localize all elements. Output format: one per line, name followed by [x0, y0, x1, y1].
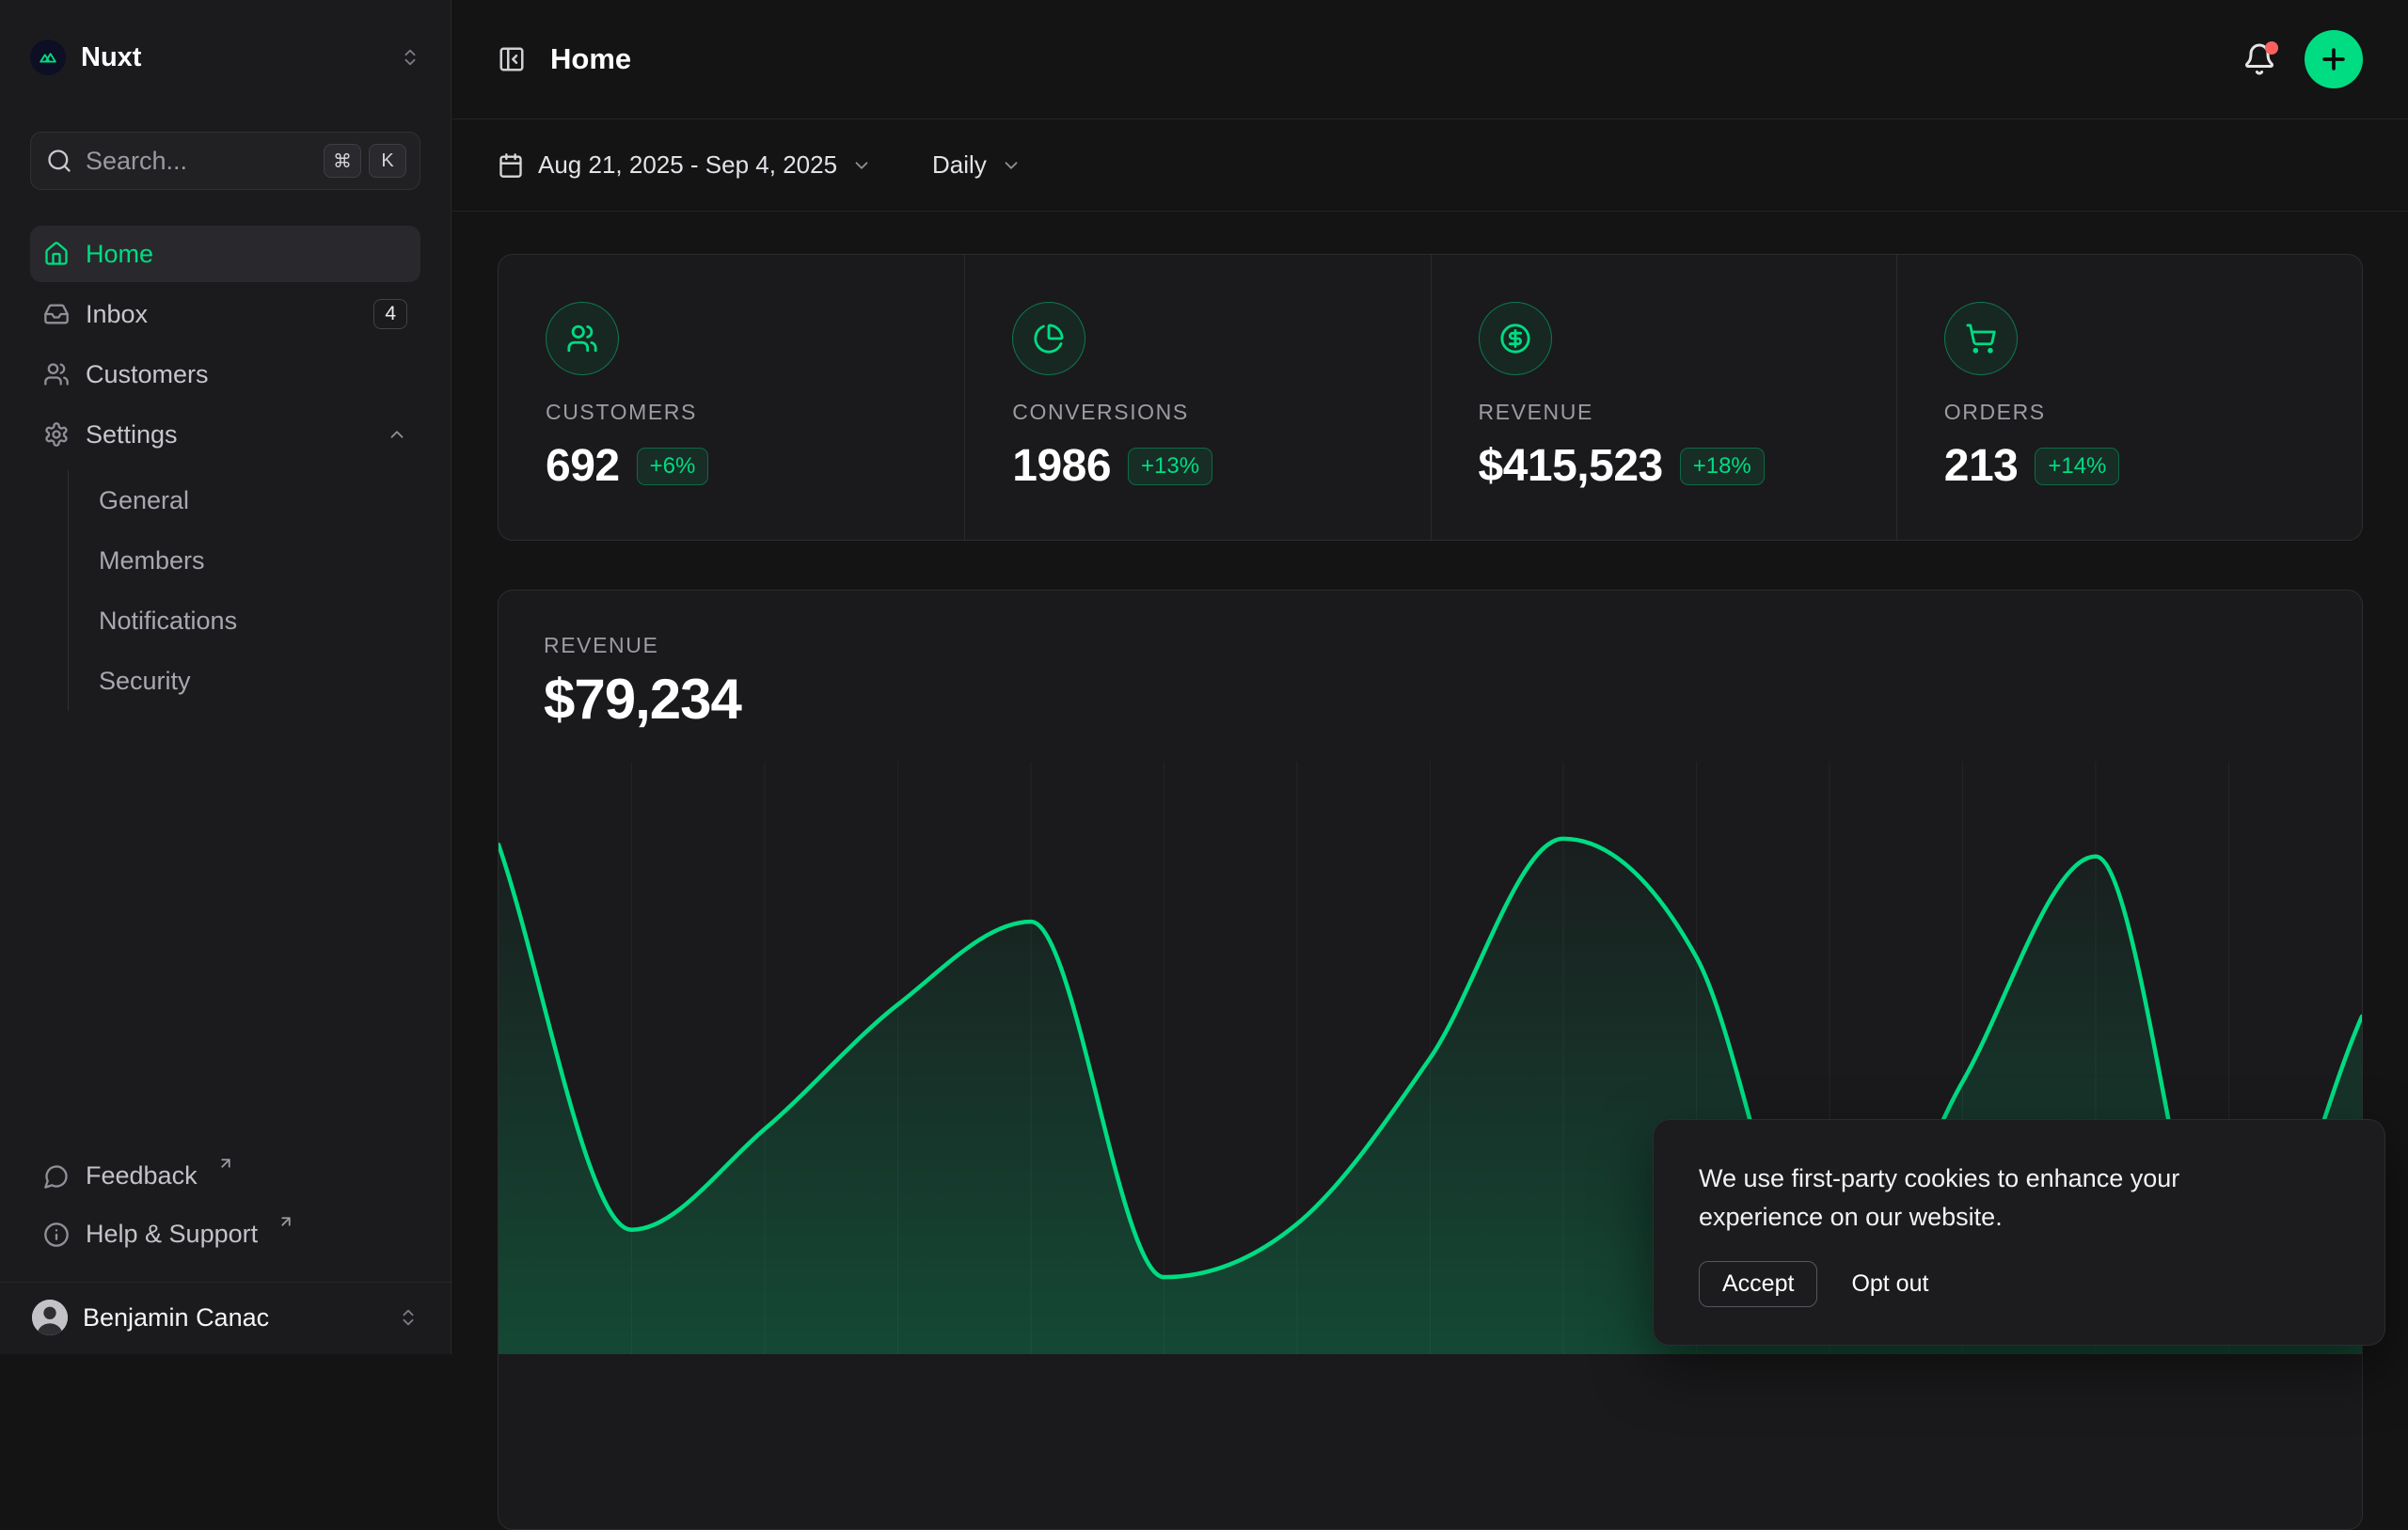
sidebar-item-settings[interactable]: Settings: [30, 406, 420, 463]
stat-value: 213: [1944, 440, 2019, 492]
cookie-banner: We use first-party cookies to enhance yo…: [1653, 1119, 2385, 1346]
sidebar-item-home[interactable]: Home: [30, 226, 420, 282]
granularity-select[interactable]: Daily: [932, 150, 1022, 180]
kbd-cmd: ⌘: [324, 144, 361, 178]
pie-chart-icon: [1012, 302, 1085, 375]
chart-title: REVENUE: [544, 632, 2317, 658]
inbox-icon: [43, 301, 70, 327]
sidebar-item-notifications[interactable]: Notifications: [99, 591, 420, 651]
sidebar: Nuxt ⌘ K Home Inbox 4: [0, 0, 452, 1354]
sidebar-item-general[interactable]: General: [99, 470, 420, 530]
users-icon: [546, 302, 619, 375]
settings-sub-list: General Members Notifications Security: [68, 470, 420, 711]
stat-change-badge: +13%: [1128, 448, 1212, 485]
sidebar-item-security[interactable]: Security: [99, 651, 420, 711]
sidebar-nav: Home Inbox 4 Customers Settings Ge: [30, 226, 420, 717]
date-range-value: Aug 21, 2025 - Sep 4, 2025: [538, 150, 837, 180]
granularity-value: Daily: [932, 150, 987, 180]
sidebar-item-members[interactable]: Members: [99, 530, 420, 591]
sub-item-label: General: [99, 486, 189, 515]
accept-cookies-button[interactable]: Accept: [1699, 1261, 1817, 1307]
sub-item-label: Notifications: [99, 607, 237, 636]
unread-dot: [2265, 41, 2278, 55]
search-input[interactable]: [86, 147, 316, 176]
notifications-button[interactable]: [2242, 42, 2276, 76]
inbox-count-badge: 4: [373, 299, 407, 329]
stat-card-revenue[interactable]: REVENUE $415,523 +18%: [1431, 255, 1896, 540]
revenue-chart-card: REVENUE $79,234: [498, 590, 2363, 1530]
chevrons-up-down-icon: [398, 1307, 419, 1328]
stat-label: REVENUE: [1479, 400, 1849, 425]
info-circle-icon: [43, 1222, 70, 1248]
footer-item-label: Feedback: [86, 1161, 198, 1191]
stat-label: CUSTOMERS: [546, 400, 917, 425]
nuxt-logo-icon: [30, 39, 66, 75]
workspace-switcher[interactable]: Nuxt: [30, 38, 420, 77]
dollar-circle-icon: [1479, 302, 1552, 375]
user-menu[interactable]: Benjamin Canac: [30, 1283, 420, 1335]
stat-change-badge: +6%: [637, 448, 709, 485]
search-icon: [46, 148, 72, 174]
chevrons-up-down-icon: [400, 47, 420, 68]
sidebar-spacer: [30, 717, 420, 1148]
page-header: Home: [452, 0, 2408, 119]
shopping-cart-icon: [1944, 302, 2018, 375]
stat-card-customers[interactable]: CUSTOMERS 692 +6%: [499, 255, 964, 540]
external-link-icon: [217, 1155, 234, 1172]
filter-toolbar: Aug 21, 2025 - Sep 4, 2025 Daily: [452, 119, 2408, 212]
gear-icon: [43, 421, 70, 448]
avatar: [32, 1300, 68, 1335]
stat-label: ORDERS: [1944, 400, 2315, 425]
stat-card-conversions[interactable]: CONVERSIONS 1986 +13%: [964, 255, 1430, 540]
external-link-icon: [277, 1213, 294, 1230]
users-icon: [43, 361, 70, 387]
date-range-picker[interactable]: Aug 21, 2025 - Sep 4, 2025: [498, 150, 872, 180]
sidebar-item-label: Customers: [86, 360, 209, 389]
page-title: Home: [550, 42, 631, 76]
sidebar-item-help-support[interactable]: Help & Support: [30, 1207, 420, 1265]
sidebar-item-feedback[interactable]: Feedback: [30, 1148, 420, 1207]
user-name: Benjamin Canac: [83, 1303, 383, 1333]
sub-item-label: Members: [99, 546, 205, 576]
stat-change-badge: +18%: [1680, 448, 1765, 485]
add-button[interactable]: [2305, 30, 2363, 88]
optout-cookies-button[interactable]: Opt out: [1851, 1270, 1928, 1298]
stat-change-badge: +14%: [2035, 448, 2119, 485]
chevron-down-icon: [1001, 155, 1022, 176]
stat-card-orders[interactable]: ORDERS 213 +14%: [1896, 255, 2362, 540]
sub-item-label: Security: [99, 667, 191, 696]
calendar-icon: [498, 152, 524, 179]
sidebar-item-label: Settings: [86, 420, 178, 450]
footer-item-label: Help & Support: [86, 1220, 258, 1249]
stat-value: $415,523: [1479, 440, 1663, 492]
search-input-wrapper[interactable]: ⌘ K: [30, 132, 420, 190]
sidebar-item-inbox[interactable]: Inbox 4: [30, 286, 420, 342]
collapse-sidebar-icon[interactable]: [498, 45, 526, 73]
header-actions: [2242, 30, 2363, 88]
workspace-name: Nuxt: [81, 42, 385, 73]
chevron-down-icon: [851, 155, 872, 176]
chevron-up-icon: [387, 424, 407, 445]
stats-row: CUSTOMERS 692 +6% CONVERSIONS 1986 +13%: [498, 254, 2363, 541]
sidebar-item-customers[interactable]: Customers: [30, 346, 420, 402]
message-bubble-icon: [43, 1163, 70, 1190]
cookie-message: We use first-party cookies to enhance yo…: [1699, 1159, 2291, 1237]
stat-value: 692: [546, 440, 620, 492]
chart-headline-value: $79,234: [544, 670, 2317, 730]
house-icon: [43, 241, 70, 267]
stat-label: CONVERSIONS: [1012, 400, 1383, 425]
sidebar-item-label: Home: [86, 240, 153, 269]
sidebar-item-label: Inbox: [86, 300, 148, 329]
kbd-k: K: [369, 144, 406, 178]
stat-value: 1986: [1012, 440, 1111, 492]
